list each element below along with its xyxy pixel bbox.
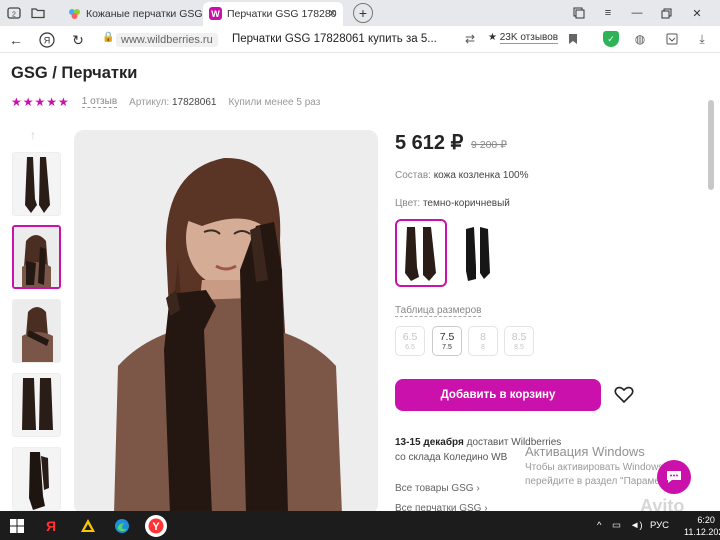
size-option-8-5[interactable]: 8.5 8.5 [504, 326, 534, 356]
price: 5 612 ₽ [395, 132, 464, 154]
reviews-badge-text: 23K отзывов [499, 32, 559, 44]
language-indicator[interactable]: РУС [650, 520, 669, 531]
svg-text:Y: Y [152, 521, 160, 533]
size-value: 8 [480, 331, 486, 343]
chat-button[interactable] [657, 460, 691, 494]
yandex-browser-icon[interactable]: Y [145, 515, 167, 537]
add-to-cart-button[interactable]: Добавить в корзину [395, 379, 601, 411]
product-title: GSG / Перчатки [11, 64, 138, 82]
globe-icon[interactable]: ◍ [632, 31, 648, 47]
url-domain[interactable]: www.wildberries.ru [116, 33, 218, 47]
lock-icon: 🔒 [102, 32, 115, 43]
svg-text:2: 2 [12, 12, 16, 19]
thumbnail-5[interactable] [12, 447, 61, 511]
yandex-home-icon[interactable]: Я [37, 30, 57, 50]
yandex-app-icon[interactable]: Я [42, 517, 60, 535]
tab-title: Кожаные перчатки GSG - [86, 8, 202, 20]
volume-icon[interactable]: ◄) [630, 520, 643, 531]
clock-time: 6:20 [697, 515, 715, 525]
activation-line-1: Чтобы активировать Windows, [525, 462, 667, 473]
color-option-black[interactable] [450, 219, 502, 287]
thumbnails-up-arrow-icon[interactable]: ↑ [30, 128, 36, 142]
reload-icon[interactable]: ↻ [68, 30, 88, 50]
edge-browser-icon[interactable] [113, 517, 131, 535]
browser-tab-bar: 2 Кожаные перчатки GSG - W Перчатки GSG … [0, 0, 720, 26]
size-option-7-5[interactable]: 7.5 7.5 [432, 326, 462, 356]
tab-gloves-other[interactable]: Кожаные перчатки GSG - [62, 2, 202, 26]
rating-stars: ★★★★★ [11, 95, 70, 109]
article-label: Артикул: [129, 96, 170, 108]
protect-shield-icon[interactable]: ✓ [603, 31, 619, 47]
delivery-date: 13-15 декабря [395, 437, 464, 448]
menu-icon[interactable]: ≡ [597, 3, 619, 23]
yandex-disk-icon[interactable] [79, 517, 97, 535]
thumbnail-2[interactable] [12, 225, 61, 289]
all-brand-products-link[interactable]: Все товары GSG › [395, 483, 480, 494]
close-tab-icon[interactable]: ✕ [328, 7, 337, 20]
tab-title: Перчатки GSG 178280 [227, 8, 337, 20]
clock[interactable]: 6:20 11.12.2022 [684, 514, 720, 538]
download-icon[interactable]: ⤓ [694, 31, 710, 47]
windows-start-icon[interactable] [8, 517, 26, 535]
url-page-title[interactable]: Перчатки GSG 17828061 купить за 5... [232, 33, 437, 45]
bookmark-icon[interactable] [565, 31, 581, 47]
close-window-icon[interactable]: ✕ [686, 3, 708, 23]
composition-label: Состав: [395, 170, 431, 181]
network-icon[interactable]: ▭ [612, 520, 621, 531]
new-tab-button[interactable]: + [353, 3, 373, 23]
color-value: темно-коричневый [422, 198, 510, 209]
bookmarks-panel-icon[interactable] [568, 3, 590, 23]
bought-count: Купили менее 5 раз [228, 96, 321, 108]
save-page-icon[interactable] [664, 31, 680, 47]
color-option-dark-brown[interactable] [395, 219, 447, 287]
size-option-6-5[interactable]: 6.5 6.5 [395, 326, 425, 356]
maximize-icon[interactable] [655, 3, 677, 23]
chat-bubble-icon [667, 471, 681, 483]
rating-row: ★★★★★ 1 отзыв Артикул: 17828061 Купили м… [11, 95, 320, 109]
folder-icon[interactable] [28, 3, 48, 23]
windows-taskbar: Я Y ^ ▭ ◄) РУС 6:20 11.12.2022 [0, 511, 720, 540]
reviews-link[interactable]: 1 отзыв [81, 96, 118, 108]
color-label: Цвет: [395, 198, 421, 209]
composition-value: кожа козленка 100% [433, 170, 529, 181]
old-price: 9 200 ₽ [471, 139, 507, 151]
size-value: 6.5 [402, 331, 418, 343]
back-icon[interactable]: ← [6, 30, 26, 50]
size-ru: 8 [481, 344, 485, 351]
size-value: 7.5 [439, 331, 455, 343]
translate-icon[interactable]: ⇄ [462, 31, 478, 47]
tray-expand-icon[interactable]: ^ [597, 520, 601, 531]
tab-counter-icon[interactable]: 2 [4, 3, 24, 23]
page-scrollbar[interactable] [708, 100, 714, 190]
delivery-from: со склада Коледино WB [395, 452, 508, 463]
minimize-icon[interactable]: — [626, 3, 648, 23]
tab-gloves-active[interactable]: W Перчатки GSG 178280 ✕ [203, 2, 343, 26]
article-value[interactable]: 17828061 [172, 97, 217, 108]
size-value: 8.5 [511, 331, 527, 343]
thumbnail-3[interactable] [12, 299, 61, 363]
main-product-image[interactable] [74, 130, 378, 514]
svg-text:W: W [211, 9, 220, 19]
multicolor-favicon-icon [68, 7, 81, 20]
thumbnail-1[interactable] [12, 152, 61, 216]
article-info: Артикул: 17828061 [129, 97, 216, 108]
windows-activation-title: Активация Windows [525, 444, 645, 459]
svg-text:Я: Я [44, 36, 51, 46]
address-bar: ← Я ↻ 🔒 www.wildberries.ru Перчатки GSG … [0, 26, 720, 53]
size-ru: 8.5 [514, 344, 524, 351]
thumbnail-4[interactable] [12, 373, 61, 437]
size-ru: 6.5 [405, 344, 415, 351]
color-info: Цвет: темно-коричневый [395, 198, 510, 209]
clock-date: 11.12.2022 [684, 527, 720, 537]
size-option-8[interactable]: 88 [468, 326, 498, 356]
reviews-badge[interactable]: ★ 23K отзывов [488, 32, 559, 44]
composition: Состав: кожа козленка 100% [395, 170, 529, 181]
size-ru: 7.5 [442, 344, 452, 351]
wildberries-favicon-icon: W [209, 7, 222, 20]
favorite-heart-icon[interactable] [614, 386, 634, 404]
size-table-link[interactable]: Таблица размеров [395, 305, 482, 317]
